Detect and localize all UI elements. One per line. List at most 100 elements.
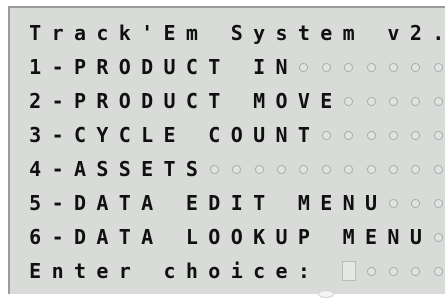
char-cell: h bbox=[185, 259, 198, 283]
char-cell: T bbox=[253, 191, 266, 215]
empty-cell bbox=[427, 88, 445, 114]
empty-cell bbox=[405, 122, 427, 148]
empty-cell bbox=[315, 122, 337, 148]
empty-cell bbox=[405, 88, 427, 114]
char-cell: N bbox=[387, 225, 400, 249]
char-cell: O bbox=[230, 225, 243, 249]
char-cell: c bbox=[253, 259, 266, 283]
empty-cell bbox=[382, 54, 404, 80]
menu-item-label: 6-DATA LOOKUP MENU bbox=[24, 224, 427, 250]
char-cell: D bbox=[73, 225, 86, 249]
char-cell: A bbox=[141, 191, 154, 215]
char-cell: U bbox=[163, 89, 176, 113]
char-cell: 2 bbox=[409, 21, 422, 45]
char-cell: R bbox=[96, 89, 109, 113]
char-cell bbox=[203, 20, 225, 46]
menu-item-data-edit-menu[interactable]: 5-DATA EDIT MENU bbox=[24, 186, 445, 220]
empty-cell bbox=[427, 224, 445, 250]
menu-item-assets[interactable]: 4-ASSETS bbox=[24, 152, 445, 186]
char-cell: T bbox=[297, 123, 310, 147]
title-line: Track'Em System v2.1 bbox=[24, 16, 445, 50]
char-cell: U bbox=[163, 55, 176, 79]
char-cell bbox=[226, 54, 248, 80]
char-cell: Y bbox=[96, 123, 109, 147]
char-cell: E bbox=[320, 191, 333, 215]
char-cell: L bbox=[185, 225, 198, 249]
menu-item-data-lookup-menu[interactable]: 6-DATA LOOKUP MENU bbox=[24, 220, 445, 254]
empty-cell bbox=[382, 88, 404, 114]
char-cell: - bbox=[51, 123, 64, 147]
empty-cell bbox=[405, 54, 427, 80]
app-title: Track'Em System v2.1 bbox=[24, 20, 445, 46]
char-cell: C bbox=[73, 123, 86, 147]
empty-cell bbox=[405, 156, 427, 182]
char-cell: - bbox=[51, 89, 64, 113]
menu-item-product-move[interactable]: 2-PRODUCT MOVE bbox=[24, 84, 445, 118]
empty-cell bbox=[337, 122, 359, 148]
char-cell: 5 bbox=[29, 191, 42, 215]
char-cell: N bbox=[275, 55, 288, 79]
cursor[interactable] bbox=[337, 258, 359, 284]
empty-cell bbox=[360, 54, 382, 80]
char-cell: v bbox=[387, 21, 400, 45]
terminal-window: Track'Em System v2.1 1-PRODUCT IN 2-PROD… bbox=[8, 6, 445, 294]
char-cell: o bbox=[208, 259, 221, 283]
char-cell: T bbox=[29, 21, 42, 45]
char-cell: - bbox=[51, 157, 64, 181]
empty-cell bbox=[427, 54, 445, 80]
char-cell: r bbox=[51, 21, 64, 45]
char-cell: T bbox=[163, 157, 176, 181]
char-cell: S bbox=[118, 157, 131, 181]
empty-cell bbox=[427, 156, 445, 182]
char-cell: : bbox=[297, 259, 310, 283]
scroll-indicator bbox=[318, 290, 334, 298]
char-cell: 3 bbox=[29, 123, 42, 147]
char-cell: O bbox=[118, 55, 131, 79]
char-cell: r bbox=[118, 259, 131, 283]
empty-cell bbox=[405, 258, 427, 284]
char-cell: E bbox=[163, 123, 176, 147]
char-cell: O bbox=[230, 123, 243, 147]
char-cell: C bbox=[185, 55, 198, 79]
char-cell: C bbox=[208, 123, 221, 147]
char-cell: t bbox=[73, 259, 86, 283]
char-cell: S bbox=[96, 157, 109, 181]
char-cell: T bbox=[118, 191, 131, 215]
char-cell: . bbox=[432, 21, 445, 45]
char-cell: U bbox=[365, 191, 378, 215]
char-cell: L bbox=[141, 123, 154, 147]
char-cell: O bbox=[275, 89, 288, 113]
char-cell: S bbox=[230, 21, 243, 45]
choice-input[interactable] bbox=[315, 258, 360, 284]
char-cell: E bbox=[185, 191, 198, 215]
char-cell bbox=[158, 190, 180, 216]
char-cell bbox=[136, 258, 158, 284]
menu-item-label: 4-ASSETS bbox=[24, 156, 203, 182]
char-cell: P bbox=[73, 89, 86, 113]
menu-item-cycle-count[interactable]: 3-CYCLE COUNT bbox=[24, 118, 445, 152]
char-cell: S bbox=[185, 157, 198, 181]
char-cell: n bbox=[51, 259, 64, 283]
char-cell: E bbox=[163, 21, 176, 45]
char-cell: 1 bbox=[29, 55, 42, 79]
terminal-screen: Track'Em System v2.1 1-PRODUCT IN 2-PROD… bbox=[10, 8, 445, 294]
char-cell: C bbox=[118, 123, 131, 147]
char-cell: D bbox=[141, 89, 154, 113]
char-cell: E bbox=[365, 225, 378, 249]
empty-cell bbox=[405, 190, 427, 216]
prompt-label: Enter choice: bbox=[24, 258, 315, 284]
empty-cell bbox=[293, 54, 315, 80]
empty-cell bbox=[315, 156, 337, 182]
char-cell: N bbox=[342, 191, 355, 215]
prompt-line: Enter choice: bbox=[24, 254, 445, 288]
char-cell: P bbox=[73, 55, 86, 79]
char-cell: e bbox=[320, 21, 333, 45]
empty-cell bbox=[360, 258, 382, 284]
char-cell: E bbox=[320, 89, 333, 113]
char-cell: E bbox=[29, 259, 42, 283]
empty-cell bbox=[337, 54, 359, 80]
empty-cell bbox=[248, 156, 270, 182]
char-cell: e bbox=[275, 259, 288, 283]
menu-item-product-in[interactable]: 1-PRODUCT IN bbox=[24, 50, 445, 84]
char-cell: D bbox=[208, 191, 221, 215]
